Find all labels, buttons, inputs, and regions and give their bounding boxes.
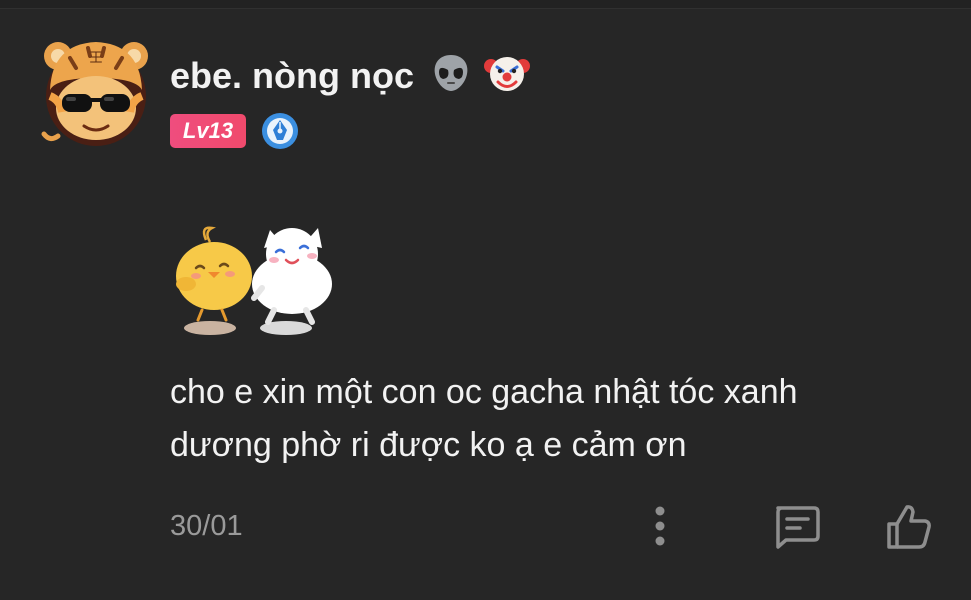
- pen-nib-badge-icon: [260, 111, 300, 151]
- alien-emoji: [430, 52, 472, 103]
- comment-card: 王 ebe. nòng nọc Lv13 cho e xin một con o…: [0, 0, 971, 600]
- comment-date: 30/01: [170, 510, 243, 542]
- reply-button[interactable]: [770, 500, 822, 552]
- level-badge: Lv13: [170, 114, 246, 148]
- divider: [0, 0, 971, 9]
- like-button[interactable]: [882, 500, 936, 554]
- svg-text:王: 王: [89, 51, 102, 66]
- thumbs-up-icon: [887, 505, 931, 549]
- comment-line: dương phờ ri được ko ạ e cảm ơn: [170, 426, 687, 464]
- comment-text: cho e xin một con oc gacha nhật tóc xanh…: [170, 366, 930, 472]
- comment-line: cho e xin một con oc gacha nhật tóc xanh: [170, 373, 798, 411]
- clown-emoji: [484, 52, 531, 103]
- more-options-button[interactable]: [645, 504, 675, 548]
- comment-icon: [776, 506, 820, 549]
- more-vertical-icon: [655, 506, 665, 546]
- username[interactable]: ebe. nòng nọc: [170, 52, 531, 103]
- username-text: ebe. nòng nọc: [170, 55, 415, 96]
- avatar[interactable]: 王: [40, 38, 152, 150]
- user-badges: Lv13: [170, 111, 300, 151]
- sticker-image: [166, 218, 342, 346]
